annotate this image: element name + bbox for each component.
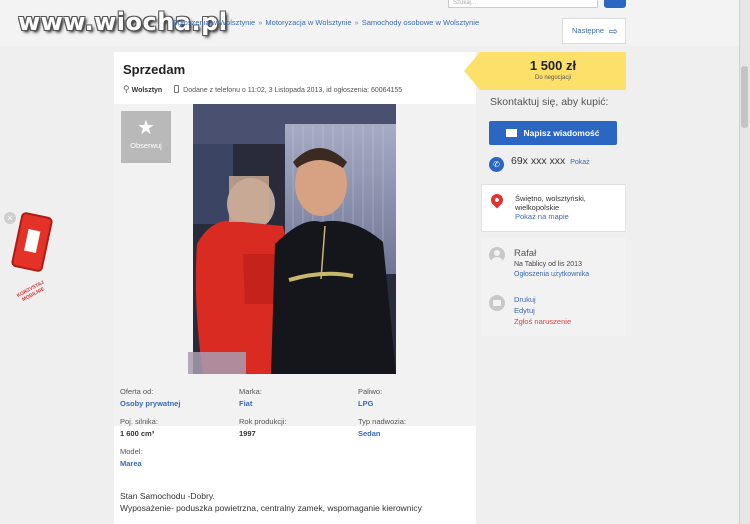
param-make: Marka: Fiat [239, 387, 262, 408]
location-line: Świętno, wolsztyński, [515, 194, 586, 203]
location-text: Świętno, wolsztyński, wielkopolskie Poka… [515, 194, 586, 221]
info-icon [24, 229, 41, 254]
show-on-map-link[interactable]: Pokaż na mapie [515, 212, 586, 221]
param-body-type: Typ nadwozia: Sedan [358, 417, 406, 438]
param-value[interactable]: Marea [120, 459, 142, 468]
ad-title: Sprzedam [123, 62, 186, 77]
close-icon[interactable]: × [4, 212, 16, 224]
search-input[interactable]: Szukaj... [448, 0, 598, 8]
photo-illustration [193, 104, 396, 374]
phone-row: ✆ 69x xxx xxx Pokaż [489, 155, 590, 172]
star-icon: ★ [137, 117, 155, 139]
printer-icon [489, 295, 505, 311]
send-message-button[interactable]: Napisz wiadomość [489, 121, 617, 145]
phone-icon: ✆ [489, 157, 504, 172]
observe-button[interactable]: ★ Obserwuj [121, 111, 171, 163]
param-label: Paliwo: [358, 387, 383, 396]
seller-box: Rafał Na Tablicy od lis 2013 Ogłoszenia … [481, 238, 626, 336]
ad-added-info: Dodane z telefonu o 11:02, 3 Listopada 2… [183, 87, 403, 94]
param-label: Typ nadwozia: [358, 417, 406, 426]
ad-meta: ⚲ Wolsztyn Dodane z telefonu o 11:02, 3 L… [123, 84, 402, 95]
param-value[interactable]: Sedan [358, 429, 381, 438]
param-label: Model: [120, 447, 143, 456]
phone-number: 69x xxx xxx [511, 155, 566, 167]
ad-photo[interactable] [193, 104, 396, 374]
param-model: Model: Marea [120, 447, 143, 468]
param-label: Rok produkcji: [239, 417, 287, 426]
ad-card: Sprzedam ⚲ Wolsztyn Dodane z telefonu o 1… [114, 52, 476, 524]
seller-name: Rafał [514, 248, 537, 259]
price-tag: 1 500 zł Do negocjacji [464, 52, 626, 90]
next-ad-button[interactable]: Następne ⇨ [562, 18, 626, 44]
param-fuel: Paliwo: LPG [358, 387, 382, 408]
photo-blur-tag [188, 352, 246, 374]
seller-since: Na Tablicy od lis 2013 [514, 261, 582, 268]
envelope-icon [506, 129, 518, 137]
param-value[interactable]: Osoby prywatnej [120, 399, 180, 408]
price-negotiable: Do negocjacji [534, 75, 572, 81]
breadcrumb-separator: » [258, 18, 263, 27]
ad-city[interactable]: Wolsztyn [132, 87, 163, 94]
mobile-phone-icon [174, 85, 180, 93]
scrollbar-thumb[interactable] [741, 66, 748, 128]
seller-ads-link[interactable]: Ogłoszenia użytkownika [514, 271, 589, 278]
photo-gallery: ★ Obserwuj [114, 104, 476, 426]
location-line: wielkopolskie [515, 203, 560, 212]
param-year: Rok produkcji: 1997 [239, 417, 287, 438]
breadcrumb-item-cars[interactable]: Samochody osobowe w Wolsztynie [362, 18, 479, 27]
description-line: Wyposażenie- poduszka powietrzna, centra… [120, 503, 422, 513]
param-label: Marka: [239, 387, 262, 396]
arrow-right-icon: ⇨ [608, 26, 618, 38]
report-link[interactable]: Zgłoś naruszenie [514, 317, 571, 326]
price-amount: 1 500 zł [529, 58, 577, 73]
promo-text: KORZYSTAJ MOBILNIE [15, 279, 46, 304]
breadcrumb: Ogłoszenia w Wolsztynie» Motoryzacja w Wo… [172, 18, 562, 30]
location-box: Świętno, wolsztyński, wielkopolskie Poka… [481, 184, 626, 232]
param-label: Oferta od: [120, 387, 154, 396]
breadcrumb-item-motoring[interactable]: Motoryzacja w Wolsztynie [265, 18, 351, 27]
description-line: Stan Samochodu -Dobry. [120, 491, 215, 501]
breadcrumb-item-ads[interactable]: Ogłoszenia w Wolsztynie [172, 18, 255, 27]
map-pin-icon [488, 191, 506, 209]
mobile-promo[interactable]: × KORZYSTAJ MOBILNIE [4, 210, 64, 310]
next-ad-label: Następne [572, 26, 605, 35]
location-pin-icon: ⚲ [123, 84, 130, 94]
user-avatar-icon [489, 247, 505, 263]
param-label: Poj. silnika: [120, 417, 158, 426]
breadcrumb-separator: » [354, 18, 359, 27]
param-value[interactable]: Fiat [239, 399, 252, 408]
search-button[interactable] [604, 0, 626, 8]
ad-description: Stan Samochodu -Dobry. Wyposażenie- podu… [120, 490, 422, 514]
observe-label: Obserwuj [130, 141, 162, 150]
show-phone-link[interactable]: Pokaż [570, 159, 589, 166]
smartphone-icon [10, 211, 54, 273]
edit-link[interactable]: Edytuj [514, 306, 535, 315]
param-value: 1 600 cm³ [120, 429, 155, 438]
param-engine: Poj. silnika: 1 600 cm³ [120, 417, 158, 438]
param-value: 1997 [239, 429, 256, 438]
print-link[interactable]: Drukuj [514, 295, 536, 304]
param-value[interactable]: LPG [358, 399, 373, 408]
contact-title: Skontaktuj się, aby kupić: [490, 96, 609, 108]
param-offer-from: Oferta od: Osoby prywatnej [120, 387, 180, 408]
send-message-label: Napisz wiadomość [523, 128, 600, 138]
